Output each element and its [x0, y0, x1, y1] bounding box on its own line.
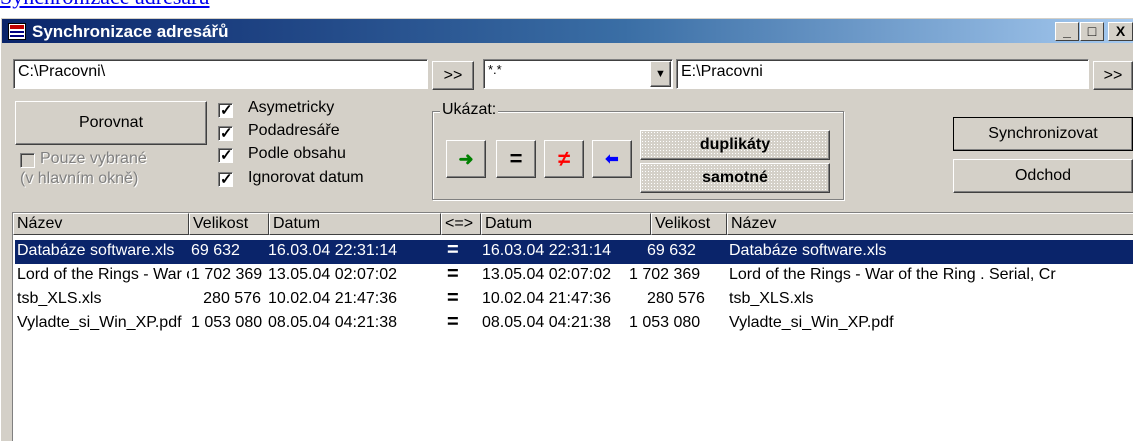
only-selected-label: Pouze vybrané: [40, 150, 147, 167]
left-date-cell: 10.02.04 21:47:36: [268, 290, 398, 307]
compare-cell: =: [447, 311, 459, 333]
left-date-cell: 16.03.04 22:31:14: [268, 242, 398, 259]
left-name-cell: Vyladte_si_Win_XP.pdf: [17, 314, 182, 331]
compare-label: Porovnat: [78, 114, 144, 131]
browse-right-label: >>: [1103, 66, 1123, 84]
left-size-cell: 1 053 080: [191, 314, 263, 331]
asymmetric-checkbox[interactable]: ✓: [218, 102, 233, 119]
only-selected-checkbox[interactable]: [20, 153, 35, 168]
arrow-left-icon: ⬅: [605, 151, 619, 168]
window-title: Synchronizace adresářů: [32, 22, 229, 41]
column-header-left-date[interactable]: Datum: [269, 213, 441, 235]
column-header-right-name[interactable]: Název: [727, 213, 1133, 235]
table-row[interactable]: Vyladte_si_Win_XP.pdf 1 053 080 08.05.04…: [15, 311, 1133, 336]
exit-button[interactable]: Odchod: [953, 159, 1133, 193]
filter-newer-button[interactable]: ➜: [446, 140, 486, 178]
browse-left-button[interactable]: >>: [432, 61, 474, 90]
right-size-cell: 69 632: [647, 242, 696, 259]
not-equal-icon: ≠: [557, 146, 571, 171]
compare-button[interactable]: Porovnat: [15, 101, 207, 145]
mask-dropdown-button[interactable]: ▼: [650, 61, 671, 87]
checkmark-icon: ✓: [220, 125, 233, 142]
mask-value: *.*: [488, 62, 502, 77]
right-name-cell: tsb_XLS.xls: [729, 290, 814, 307]
subfolders-checkbox[interactable]: ✓: [218, 125, 233, 142]
left-name-cell: tsb_XLS.xls: [17, 290, 102, 307]
right-size-cell: 280 576: [647, 290, 727, 308]
column-header-right-date[interactable]: Datum: [481, 213, 651, 235]
maximize-icon: □: [1087, 23, 1097, 39]
table-row[interactable]: Databáze software.xls 69 632 16.03.04 22…: [15, 239, 1133, 264]
duplicates-toggle[interactable]: duplikáty: [640, 130, 830, 160]
left-size-cell: 1 702 369: [191, 266, 263, 283]
right-name-cell: Vyladte_si_Win_XP.pdf: [729, 314, 894, 331]
maximize-button[interactable]: □: [1080, 22, 1104, 41]
table-row[interactable]: tsb_XLS.xls 280 576 10.02.04 21:47:36 = …: [15, 287, 1133, 312]
minimize-icon: _: [1063, 23, 1071, 39]
by-content-checkbox[interactable]: ✓: [218, 147, 233, 164]
right-date-cell: 16.03.04 22:31:14: [482, 242, 612, 259]
comparison-list[interactable]: Název Velikost Datum <=> Datum Velikost …: [12, 212, 1133, 441]
checkmark-icon: ✓: [220, 147, 233, 164]
compare-cell: =: [447, 287, 459, 309]
singles-toggle[interactable]: samotné: [640, 163, 830, 193]
subfolders-label: Podadresáře: [248, 122, 340, 139]
chevron-down-icon: ▼: [655, 68, 666, 80]
arrow-right-icon: ➜: [458, 148, 474, 169]
right-size-cell: 1 053 080: [629, 314, 727, 332]
right-path-value: E:\Pracovni: [681, 63, 763, 80]
left-size-cell: 280 576: [203, 290, 261, 307]
left-path-field[interactable]: C:\Pracovni\: [13, 59, 428, 89]
ignore-date-label: Ignorovat datum: [248, 169, 364, 186]
left-name-cell: Lord of the Rings - War of the Ring . Se…: [17, 266, 189, 283]
right-size-cell: 1 702 369: [629, 266, 727, 284]
checkmark-icon: ✓: [220, 171, 233, 188]
ignore-date-checkbox[interactable]: ✓: [218, 171, 233, 188]
right-date-cell: 13.05.04 02:07:02: [482, 266, 612, 283]
filter-different-button[interactable]: ≠: [544, 140, 584, 178]
duplicates-label: duplikáty: [699, 136, 771, 153]
filter-equal-button[interactable]: =: [496, 140, 536, 178]
left-size-cell: 69 632: [191, 242, 240, 259]
synchronize-button[interactable]: Synchronizovat: [953, 117, 1133, 151]
right-name-cell: Lord of the Rings - War of the Ring . Se…: [729, 266, 1056, 283]
compare-cell: =: [447, 263, 459, 285]
right-date-cell: 08.05.04 04:21:38: [482, 314, 612, 331]
asymmetric-label: Asymetricky: [248, 99, 335, 116]
browse-right-button[interactable]: >>: [1093, 61, 1133, 90]
column-header-left-size[interactable]: Velikost: [189, 213, 269, 235]
close-button[interactable]: X: [1108, 22, 1133, 41]
compare-cell: =: [447, 239, 459, 261]
right-date-cell: 10.02.04 21:47:36: [482, 290, 612, 307]
column-header-left-name[interactable]: Název: [13, 213, 189, 235]
checkmark-icon: ✓: [220, 102, 233, 119]
exit-label: Odchod: [1014, 167, 1072, 184]
right-name-cell: Databáze software.xls: [729, 242, 887, 259]
show-group-title: Ukázat:: [440, 101, 499, 119]
page-caption: Synchronizace adresářů: [0, 0, 210, 10]
browse-left-label: >>: [443, 66, 463, 84]
left-date-cell: 08.05.04 04:21:38: [268, 314, 398, 331]
by-content-label: Podle obsahu: [248, 145, 346, 162]
left-date-cell: 13.05.04 02:07:02: [268, 266, 398, 283]
close-icon: X: [1115, 23, 1126, 39]
column-header-compare[interactable]: <=>: [441, 213, 481, 235]
equals-icon: =: [509, 146, 523, 171]
singles-label: samotné: [702, 169, 768, 186]
filter-older-button[interactable]: ⬅: [592, 140, 632, 178]
left-name-cell: Databáze software.xls: [17, 242, 175, 259]
column-header-right-size[interactable]: Velikost: [651, 213, 727, 235]
left-path-value: C:\Pracovni\: [18, 63, 106, 80]
app-icon[interactable]: [8, 23, 26, 40]
synchronize-label: Synchronizovat: [988, 125, 1098, 142]
mask-combobox[interactable]: *.*: [483, 59, 673, 89]
right-path-field[interactable]: E:\Pracovni: [676, 59, 1089, 89]
only-selected-sublabel: (v hlavním okně): [20, 170, 139, 187]
minimize-button[interactable]: _: [1055, 22, 1079, 41]
table-row[interactable]: Lord of the Rings - War of the Ring . Se…: [15, 263, 1133, 288]
